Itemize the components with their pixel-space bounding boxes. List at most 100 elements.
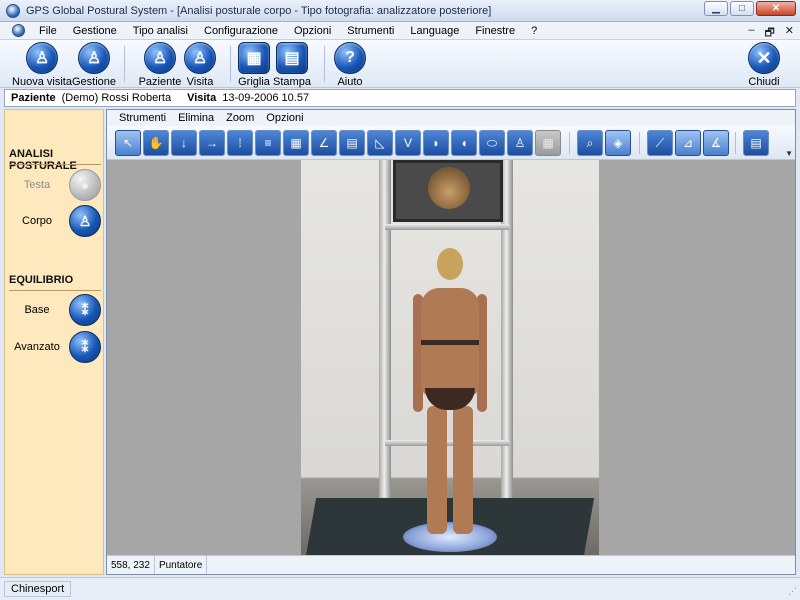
- main-toolbar: ♙ Nuova visita ♙ Gestione ♙ Paziente ♙ V…: [0, 40, 800, 88]
- multi-line-tool-icon[interactable]: ≡: [255, 130, 281, 156]
- tool-mode: Puntatore: [155, 556, 208, 574]
- person-icon: ♙: [26, 42, 58, 74]
- maximize-button[interactable]: □: [730, 1, 754, 16]
- menu-tipo-analisi[interactable]: Tipo analisi: [131, 25, 190, 37]
- diagonal-tool-icon[interactable]: ⟋: [647, 130, 673, 156]
- leg-left: [427, 406, 447, 534]
- leg-right: [453, 406, 473, 534]
- toolbar-overflow-icon[interactable]: ▼: [785, 149, 793, 158]
- ellipse-tool-icon[interactable]: ⬭: [479, 130, 505, 156]
- center-tool-icon[interactable]: ◈: [605, 130, 631, 156]
- system-menu-icon[interactable]: [12, 24, 25, 37]
- chiudi-label: Chiudi: [748, 76, 780, 88]
- vertical-line-tool-icon[interactable]: ↓: [171, 130, 197, 156]
- toolbar-separator: [639, 132, 640, 154]
- subject-figure: [413, 248, 487, 538]
- analysis-status-bar: 558, 232 Puntatore: [107, 555, 795, 574]
- submenu-opzioni[interactable]: Opzioni: [266, 112, 303, 124]
- hand-tool-icon[interactable]: ✋: [143, 130, 169, 156]
- minimize-button[interactable]: ▁: [704, 1, 728, 16]
- angle-tool-icon[interactable]: ∠: [311, 130, 337, 156]
- patient-label: Paziente: [11, 92, 56, 104]
- v-angle-tool-icon[interactable]: V: [395, 130, 421, 156]
- level-tool-icon[interactable]: ▤: [339, 130, 365, 156]
- section-divider: [9, 290, 101, 291]
- body-tool-icon[interactable]: ♙: [507, 130, 533, 156]
- sidebar-item-testa[interactable]: Testa ●: [5, 168, 105, 202]
- menu-strumenti[interactable]: Strumenti: [345, 25, 396, 37]
- menu-gestione[interactable]: Gestione: [71, 25, 119, 37]
- person-icon: ♙: [78, 42, 110, 74]
- submenu-elimina[interactable]: Elimina: [178, 112, 214, 124]
- status-bar: Chinesport ⋰: [0, 577, 800, 600]
- footprints-icon: ⁑: [69, 331, 101, 363]
- top-mirror: [393, 160, 503, 222]
- sidebar-item-corpo[interactable]: Corpo ♙: [5, 204, 105, 238]
- head: [437, 248, 463, 280]
- app-logo-icon: [6, 3, 20, 18]
- sidebar-item-avanzato[interactable]: Avanzato ⁑: [5, 330, 105, 364]
- patient-name: (Demo) Rossi Roberta: [61, 92, 172, 104]
- aiuto-label: Aiuto: [337, 76, 363, 88]
- chiudi-button[interactable]: ✕ Chiudi: [734, 42, 794, 88]
- foot-left-tool-icon[interactable]: ◗: [423, 130, 449, 156]
- corpo-label: Corpo: [22, 215, 52, 227]
- frame-pole-left: [379, 160, 391, 556]
- stampa-button[interactable]: ▤ Stampa: [262, 42, 322, 88]
- slope-tool-icon[interactable]: ⊿: [675, 130, 701, 156]
- equilibrio-heading: EQUILIBRIO: [9, 274, 74, 286]
- patient-info-bar: Paziente (Demo) Rossi Roberta Visita 13-…: [4, 89, 796, 107]
- testa-label: Testa: [23, 179, 51, 191]
- angle2-tool-icon[interactable]: ∡: [703, 130, 729, 156]
- pointer-tool-icon[interactable]: ↖: [115, 130, 141, 156]
- analysis-window: Strumenti Elimina Zoom Opzioni ↖ ✋ ↓ → ⁞ ≡ ▦ ∠ ▤…: [106, 109, 796, 575]
- menu-configurazione[interactable]: Configurazione: [202, 25, 280, 37]
- menu-language[interactable]: Language: [408, 25, 461, 37]
- stampa-label: Stampa: [273, 76, 311, 88]
- avanzato-label: Avanzato: [14, 341, 60, 353]
- close-icon: ✕: [748, 42, 780, 74]
- resize-grip-icon[interactable]: ⋰: [788, 586, 797, 597]
- head-reflection: [428, 167, 470, 209]
- menu-file[interactable]: File: [37, 25, 59, 37]
- zoom-tool-icon[interactable]: ⌕: [577, 130, 603, 156]
- section-divider: [9, 164, 101, 165]
- report-tool-icon[interactable]: ▤: [743, 130, 769, 156]
- posture-photo[interactable]: [301, 160, 599, 556]
- frame-crossbar: [385, 224, 509, 230]
- grid-tool-icon[interactable]: ▦: [535, 130, 561, 156]
- gestione-button[interactable]: ♙ Gestione: [64, 42, 124, 88]
- points-tool-icon[interactable]: ⁞: [227, 130, 253, 156]
- visit-label: Visita: [187, 92, 217, 104]
- submenu-zoom[interactable]: Zoom: [226, 112, 254, 124]
- visit-date: 13-09-2006 10.57: [222, 92, 310, 104]
- ruler-tool-icon[interactable]: ▦: [283, 130, 309, 156]
- gestione-label: Gestione: [71, 76, 117, 88]
- window-title: GPS Global Postural System - [Analisi po…: [26, 4, 492, 17]
- menu-finestre[interactable]: Finestre: [473, 25, 517, 37]
- person-icon: ♙: [184, 42, 216, 74]
- garment-top: [421, 340, 479, 345]
- toolbar-separator: [124, 46, 125, 82]
- analysis-menu-bar: Strumenti Elimina Zoom Opzioni: [107, 110, 795, 126]
- nuova-visita-button[interactable]: ♙ Nuova visita: [12, 42, 72, 88]
- submenu-strumenti[interactable]: Strumenti: [119, 112, 166, 124]
- cursor-coordinates: 558, 232: [107, 556, 155, 574]
- menu-help[interactable]: ?: [529, 25, 539, 37]
- close-window-button[interactable]: ✕: [756, 1, 796, 16]
- left-sidebar: ANALISI POSTURALE Testa ● Corpo ♙ EQUILI…: [4, 109, 104, 575]
- company-name: Chinesport: [4, 581, 72, 597]
- toolbar-separator: [735, 132, 736, 154]
- visita-button[interactable]: ♙ Visita: [170, 42, 230, 88]
- foot-right-tool-icon[interactable]: ◖: [451, 130, 477, 156]
- menu-opzioni[interactable]: Opzioni: [292, 25, 333, 37]
- menu-bar: File Gestione Tipo analisi Configurazion…: [0, 22, 800, 40]
- title-bar: GPS Global Postural System - [Analisi po…: [0, 0, 800, 22]
- nuova-visita-label: Nuova visita: [12, 76, 72, 88]
- analysis-toolbar: ↖ ✋ ↓ → ⁞ ≡ ▦ ∠ ▤ ◺ V ◗ ◖ ⬭ ♙ ▦ ⌕ ◈ ⟋ ⊿ ∡ ▤ ▼: [107, 126, 795, 160]
- toolbar-separator: [569, 132, 570, 154]
- triangle-tool-icon[interactable]: ◺: [367, 130, 393, 156]
- aiuto-button[interactable]: ? Aiuto: [320, 42, 380, 88]
- sidebar-item-base[interactable]: Base ⁑: [5, 293, 105, 327]
- horizontal-line-tool-icon[interactable]: →: [199, 130, 225, 156]
